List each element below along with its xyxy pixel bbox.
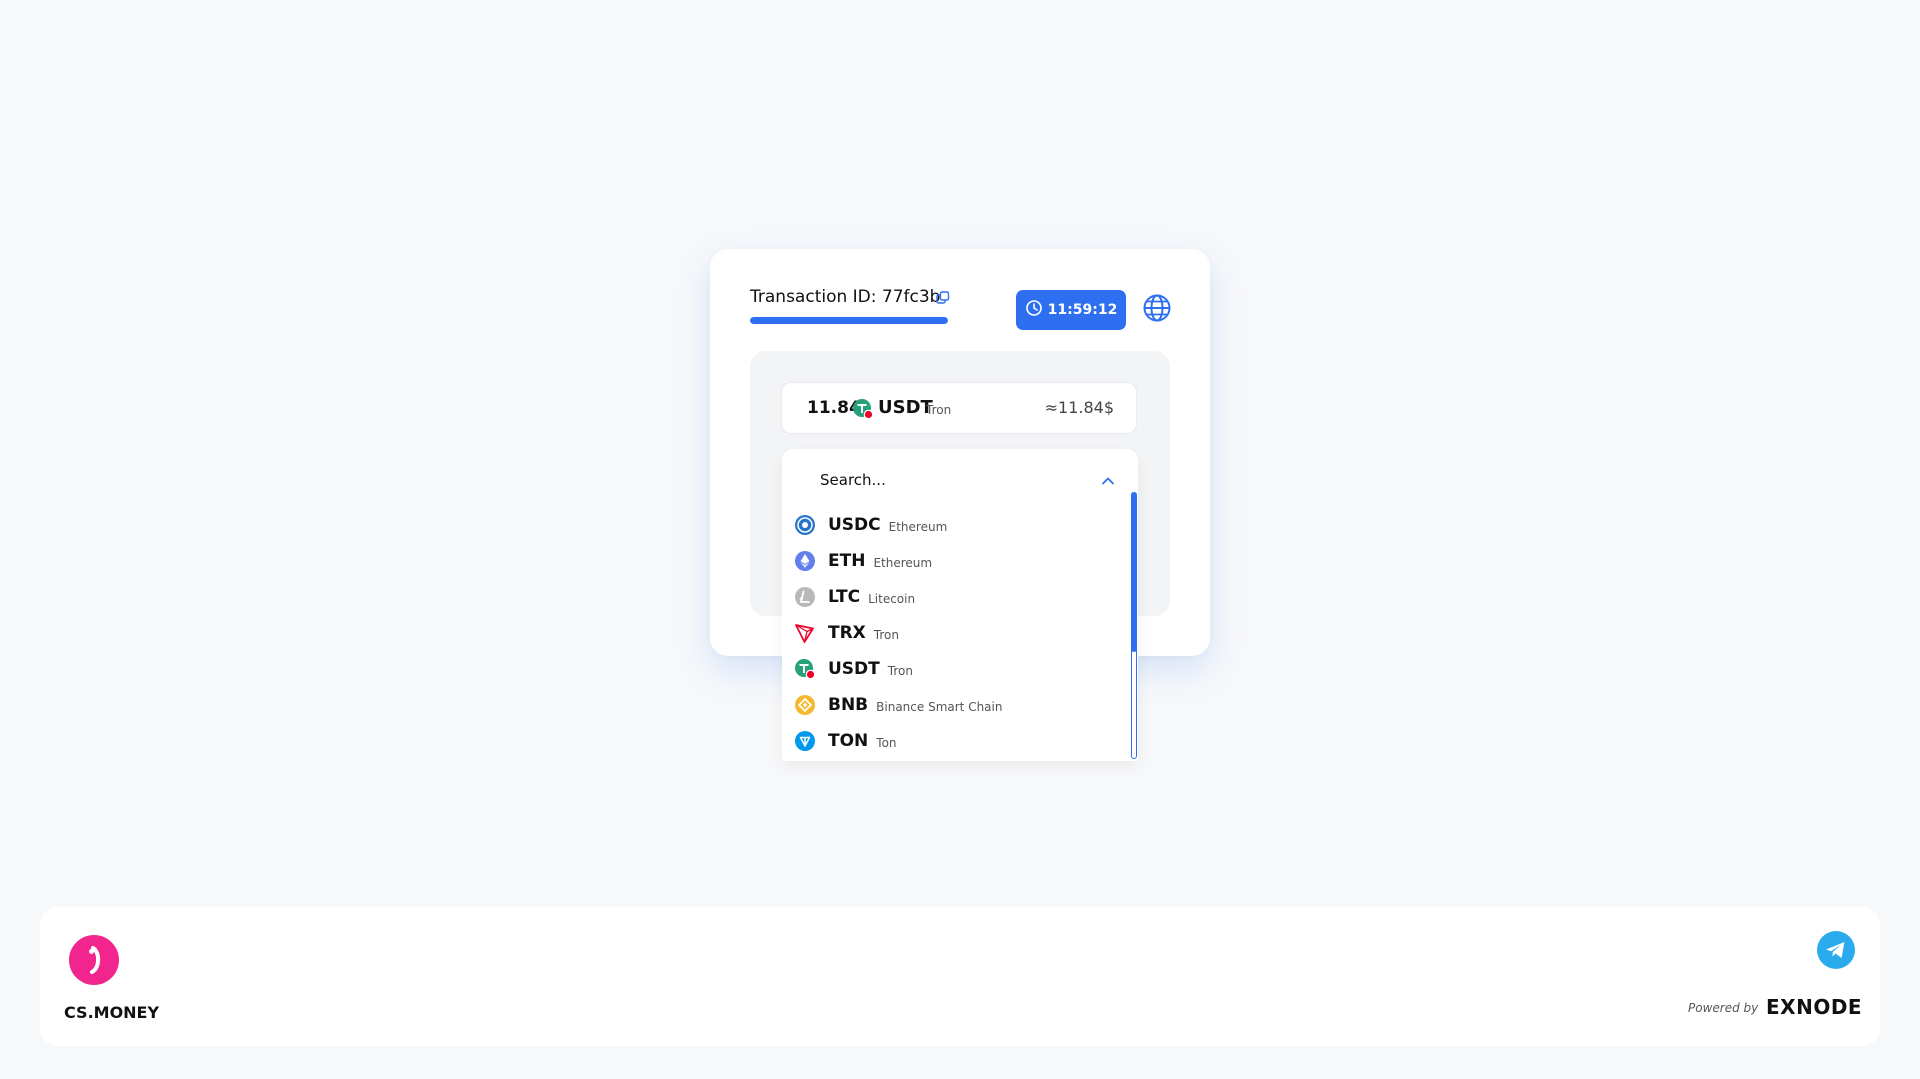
powered-by-label: Powered by xyxy=(1688,1001,1759,1015)
amount-network: Tron xyxy=(926,403,952,417)
copy-icon[interactable] xyxy=(934,289,952,307)
footer: CS.MONEY Powered by EXNODE xyxy=(40,907,1880,1046)
search-input[interactable] xyxy=(820,465,1070,495)
currency-option-trx[interactable]: TRX Tron xyxy=(782,615,1122,651)
brand-name: CS.MONEY xyxy=(64,1003,160,1022)
currency-dropdown: USDC Ethereum ETH Ethereum LTC xyxy=(782,449,1138,761)
currency-network: Ethereum xyxy=(873,555,933,570)
usdt-icon xyxy=(852,398,874,420)
timer-value: 11:59:12 xyxy=(1047,302,1118,318)
currency-list: USDC Ethereum ETH Ethereum LTC Litecoin … xyxy=(782,507,1122,759)
usdt-icon xyxy=(794,658,816,680)
amount-usd: ≈11.84$ xyxy=(1044,398,1114,417)
usdc-icon xyxy=(794,514,816,536)
scrollbar-thumb[interactable] xyxy=(1131,492,1137,653)
currency-symbol: ETH xyxy=(828,551,866,571)
currency-symbol: BNB xyxy=(828,695,869,715)
transaction-progress-bar xyxy=(750,317,948,324)
progress-fill xyxy=(750,317,948,324)
scrollbar[interactable] xyxy=(1131,492,1137,759)
amount-display: 11.84 USDT Tron ≈11.84$ xyxy=(781,382,1137,434)
trx-icon xyxy=(794,622,816,644)
currency-symbol: TRX xyxy=(828,623,866,643)
currency-symbol: LTC xyxy=(828,587,861,607)
currency-option-bnb[interactable]: BNB Binance Smart Chain xyxy=(782,687,1122,723)
countdown-timer[interactable]: 11:59:12 xyxy=(1016,290,1126,330)
currency-network: Litecoin xyxy=(868,591,916,606)
currency-option-usdc[interactable]: USDC Ethereum xyxy=(782,507,1122,543)
currency-network: Ton xyxy=(876,735,897,750)
currency-symbol: USDC xyxy=(828,515,881,535)
currency-symbol: TON xyxy=(828,731,869,751)
bnb-icon xyxy=(794,694,816,716)
currency-option-usdt[interactable]: USDT Tron xyxy=(782,651,1122,687)
currency-option-eth[interactable]: ETH Ethereum xyxy=(782,543,1122,579)
currency-network: Tron xyxy=(873,627,899,642)
currency-option-ton[interactable]: TON Ton xyxy=(782,723,1122,759)
currency-symbol: USDT xyxy=(828,659,880,679)
amount-symbol: USDT xyxy=(878,397,933,418)
currency-network: Ethereum xyxy=(888,519,948,534)
eth-icon xyxy=(794,550,816,572)
transaction-id: Transaction ID: 77fc3b xyxy=(750,287,941,307)
clock-icon xyxy=(1025,299,1043,321)
globe-icon[interactable] xyxy=(1142,293,1172,323)
cs-money-logo xyxy=(69,935,119,985)
ltc-icon xyxy=(794,586,816,608)
chevron-up-icon[interactable] xyxy=(1100,473,1116,489)
currency-network: Tron xyxy=(887,663,913,678)
ton-icon xyxy=(794,730,816,752)
telegram-icon[interactable] xyxy=(1817,931,1855,969)
exnode-logo[interactable]: EXNODE xyxy=(1766,995,1862,1019)
currency-option-ltc[interactable]: LTC Litecoin xyxy=(782,579,1122,615)
currency-network: Binance Smart Chain xyxy=(876,699,1003,714)
